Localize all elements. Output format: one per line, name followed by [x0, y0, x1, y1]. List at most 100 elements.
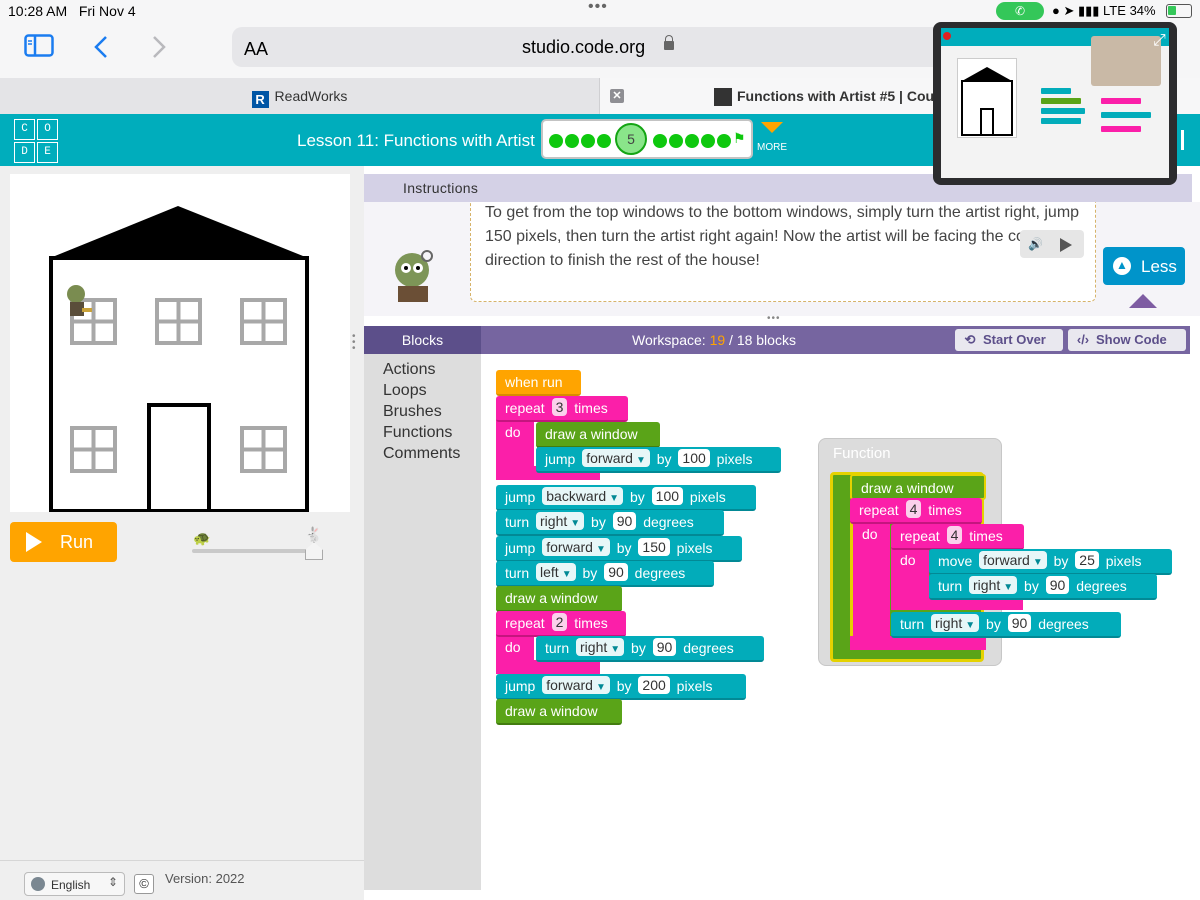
- workspace-canvas[interactable]: when run repeat 3 times do draw a window…: [482, 354, 1190, 890]
- show-code-button[interactable]: ‹/› Show Code: [1068, 329, 1186, 351]
- level-dot[interactable]: [669, 134, 683, 148]
- shared-screen: [941, 28, 1169, 178]
- tab-readworks[interactable]: R ReadWorks: [0, 78, 600, 114]
- level-dot[interactable]: [597, 134, 611, 148]
- repeat-block[interactable]: repeat 3 times: [496, 396, 628, 422]
- speed-slider-thumb[interactable]: [305, 542, 323, 560]
- run-button[interactable]: Run: [10, 522, 117, 562]
- instruction-text: To get from the top windows to the botto…: [470, 202, 1096, 302]
- angle-field[interactable]: 90: [1045, 576, 1070, 594]
- menu-icon[interactable]: [1176, 130, 1184, 150]
- turn-block[interactable]: turn left ▼ by 90 degrees: [496, 561, 714, 587]
- turn-block[interactable]: turn right ▼ by 90 degrees: [929, 574, 1157, 600]
- angle-field[interactable]: 90: [604, 563, 628, 581]
- direction-dropdown[interactable]: forward ▼: [979, 551, 1047, 569]
- distance-field[interactable]: 150: [638, 538, 670, 556]
- direction-dropdown[interactable]: right ▼: [576, 638, 625, 656]
- text-size-button[interactable]: AA: [244, 39, 268, 60]
- start-over-button[interactable]: ⟲ Start Over: [955, 329, 1063, 351]
- level-dot[interactable]: [565, 134, 579, 148]
- level-dot[interactable]: [549, 134, 563, 148]
- lock-icon: [664, 35, 674, 50]
- level-dot[interactable]: [581, 134, 595, 148]
- instructions-title: Instructions: [403, 180, 479, 196]
- draw-window-call-block[interactable]: draw a window: [496, 586, 622, 612]
- panel-drag-handle-icon[interactable]: • • •: [352, 332, 358, 354]
- jump-block[interactable]: jump forward ▼ by 100 pixels: [536, 447, 781, 473]
- direction-dropdown[interactable]: forward ▼: [582, 449, 650, 467]
- play-icon: [26, 532, 42, 552]
- level-dot[interactable]: [717, 134, 731, 148]
- turn-block[interactable]: turn right ▼ by 90 degrees: [496, 510, 724, 536]
- speed-slider[interactable]: [192, 549, 322, 553]
- direction-dropdown[interactable]: right ▼: [931, 614, 980, 632]
- repeat-count-field[interactable]: 4: [946, 526, 963, 544]
- speaker-icon[interactable]: 🔊: [1028, 237, 1043, 251]
- level-dot[interactable]: [685, 134, 699, 148]
- zombie-avatar-icon: [384, 246, 444, 302]
- draw-window-call-block[interactable]: draw a window: [496, 699, 622, 725]
- url-text[interactable]: studio.code.org: [522, 37, 645, 58]
- scroll-up-icon[interactable]: [1129, 294, 1157, 308]
- angle-field[interactable]: 90: [612, 512, 637, 530]
- jump-block[interactable]: jump backward ▼ by 100 pixels: [496, 485, 756, 511]
- direction-dropdown[interactable]: backward ▼: [542, 487, 624, 505]
- direction-dropdown[interactable]: forward ▼: [542, 676, 610, 694]
- more-label: MORE: [757, 142, 787, 153]
- turtle-icon: 🐢: [193, 530, 211, 546]
- repeat-block[interactable]: repeat 4 times: [850, 498, 982, 524]
- category-functions[interactable]: Functions: [383, 424, 452, 442]
- distance-field[interactable]: 100: [651, 487, 684, 505]
- level-dot[interactable]: [701, 134, 715, 148]
- language-select[interactable]: English ⇕: [24, 872, 125, 896]
- move-block[interactable]: move forward ▼ by 25 pixels: [929, 549, 1172, 575]
- back-icon[interactable]: [92, 34, 110, 64]
- category-brushes[interactable]: Brushes: [383, 403, 442, 421]
- when-run-block[interactable]: when run: [496, 370, 581, 396]
- jump-block[interactable]: jump forward ▼ by 200 pixels: [496, 674, 746, 700]
- angle-field[interactable]: 90: [1007, 614, 1032, 632]
- repeat-count-field[interactable]: 4: [905, 500, 922, 518]
- video-call-overlay[interactable]: ⤢: [933, 22, 1177, 185]
- direction-dropdown[interactable]: forward ▼: [542, 538, 610, 556]
- forward-icon[interactable]: [150, 34, 168, 64]
- more-arrow-icon: [761, 122, 783, 133]
- sidebar-icon[interactable]: [24, 34, 54, 62]
- turn-block[interactable]: turn right ▼ by 90 degrees: [536, 636, 764, 662]
- current-level[interactable]: 5: [615, 123, 647, 155]
- finish-flag-icon[interactable]: ⚑: [733, 130, 749, 148]
- category-loops[interactable]: Loops: [383, 382, 427, 400]
- distance-field[interactable]: 25: [1075, 551, 1099, 569]
- lesson-title[interactable]: Lesson 11: Functions with Artist: [297, 131, 535, 151]
- battery-icon: [1166, 4, 1192, 18]
- distance-field[interactable]: 200: [638, 676, 670, 694]
- call-indicator-icon[interactable]: ✆: [996, 2, 1044, 20]
- repeat-count-field[interactable]: 2: [551, 613, 568, 631]
- angle-field[interactable]: 90: [652, 638, 677, 656]
- repeat-block[interactable]: repeat 2 times: [496, 611, 626, 637]
- repeat-count-field[interactable]: 3: [551, 398, 568, 416]
- repeat-block[interactable]: repeat 4 times: [891, 524, 1024, 550]
- function-name-block[interactable]: draw a window: [850, 474, 986, 500]
- copyright-button[interactable]: ©: [134, 874, 154, 894]
- address-bar[interactable]: AA studio.code.org: [232, 27, 962, 67]
- distance-field[interactable]: 100: [678, 449, 710, 467]
- more-button[interactable]: MORE: [757, 122, 787, 153]
- jump-block[interactable]: jump forward ▼ by 150 pixels: [496, 536, 742, 562]
- category-actions[interactable]: Actions: [383, 361, 435, 379]
- direction-dropdown[interactable]: right ▼: [969, 576, 1018, 594]
- turn-block[interactable]: turn right ▼ by 90 degrees: [891, 612, 1121, 638]
- resize-handle-icon[interactable]: •••: [767, 313, 781, 324]
- draw-window-call-block[interactable]: draw a window: [536, 422, 660, 448]
- expand-icon[interactable]: ⤢: [1153, 32, 1166, 50]
- multitask-dots-icon[interactable]: •••: [588, 0, 608, 16]
- less-button[interactable]: ▲ Less: [1103, 247, 1185, 285]
- category-comments[interactable]: Comments: [383, 445, 460, 463]
- audio-controls[interactable]: 🔊: [1020, 230, 1084, 258]
- close-tab-icon[interactable]: ✕: [610, 89, 624, 103]
- direction-dropdown[interactable]: left ▼: [536, 563, 576, 581]
- direction-dropdown[interactable]: right ▼: [536, 512, 585, 530]
- play-audio-icon[interactable]: [1060, 238, 1072, 252]
- level-dot[interactable]: [653, 134, 667, 148]
- code-org-logo[interactable]: C O D E: [14, 119, 58, 163]
